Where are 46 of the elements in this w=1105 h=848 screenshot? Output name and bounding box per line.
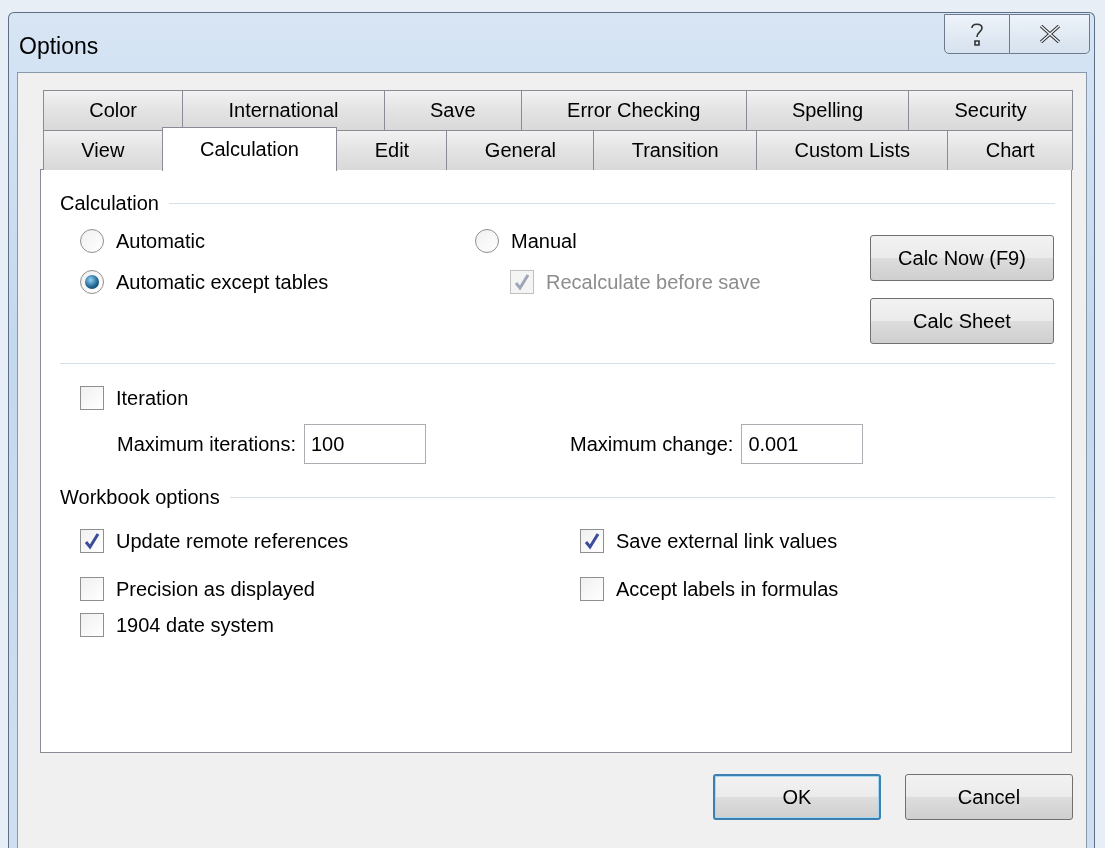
radio-button[interactable] [80, 229, 104, 253]
input-field[interactable]: 100 [303, 424, 426, 464]
tab[interactable]: Calculation [161, 127, 338, 171]
tab[interactable]: Edit [336, 130, 448, 170]
button[interactable]: Cancel [905, 774, 1073, 820]
checkbox[interactable] [80, 577, 104, 601]
tab[interactable]: International [182, 90, 385, 130]
tab[interactable]: Save [383, 90, 522, 130]
radio-button[interactable] [80, 270, 104, 294]
tab[interactable]: View [43, 130, 163, 170]
tab[interactable]: Chart [947, 130, 1073, 170]
checkbox-label[interactable]: Precision as displayed [116, 577, 315, 601]
tab[interactable]: Security [908, 90, 1073, 130]
radio-label[interactable]: Manual [511, 229, 577, 253]
group-heading: Workbook options [60, 486, 220, 509]
checkbox[interactable] [80, 386, 104, 410]
window-title: Options [19, 33, 99, 60]
tab[interactable]: General [446, 130, 595, 170]
tab[interactable]: Color [43, 90, 184, 130]
tab[interactable]: Error Checking [520, 90, 747, 130]
tab[interactable]: Custom Lists [756, 130, 949, 170]
field-label: Maximum change: [570, 432, 734, 456]
close-button[interactable] [1010, 14, 1090, 54]
checkbox[interactable] [580, 529, 604, 553]
tab[interactable]: Spelling [745, 90, 910, 130]
button[interactable]: Calc Now (F9) [870, 235, 1054, 281]
group-heading: Calculation [60, 192, 159, 215]
checkbox-label[interactable]: Save external link values [616, 529, 838, 553]
close-icon [1038, 25, 1061, 43]
checkbox-label[interactable]: Update remote references [116, 529, 349, 553]
help-icon [970, 22, 984, 46]
radio-label[interactable]: Automatic [116, 229, 205, 253]
input-field[interactable]: 0.001 [741, 424, 864, 464]
button[interactable]: OK [713, 774, 881, 820]
checkbox-label[interactable]: Accept labels in formulas [616, 577, 839, 601]
radio-button[interactable] [475, 229, 499, 253]
help-button[interactable] [944, 14, 1010, 54]
checkbox[interactable] [80, 613, 104, 637]
checkbox[interactable] [80, 529, 104, 553]
checkbox-label[interactable]: Iteration [116, 386, 189, 410]
field-label: Maximum iterations: [117, 432, 296, 456]
checkbox-label[interactable]: 1904 date system [116, 613, 274, 637]
button[interactable]: Calc Sheet [870, 298, 1054, 344]
tab[interactable]: Transition [593, 130, 758, 170]
radio-label[interactable]: Automatic except tables [116, 270, 329, 294]
checkbox[interactable] [580, 577, 604, 601]
